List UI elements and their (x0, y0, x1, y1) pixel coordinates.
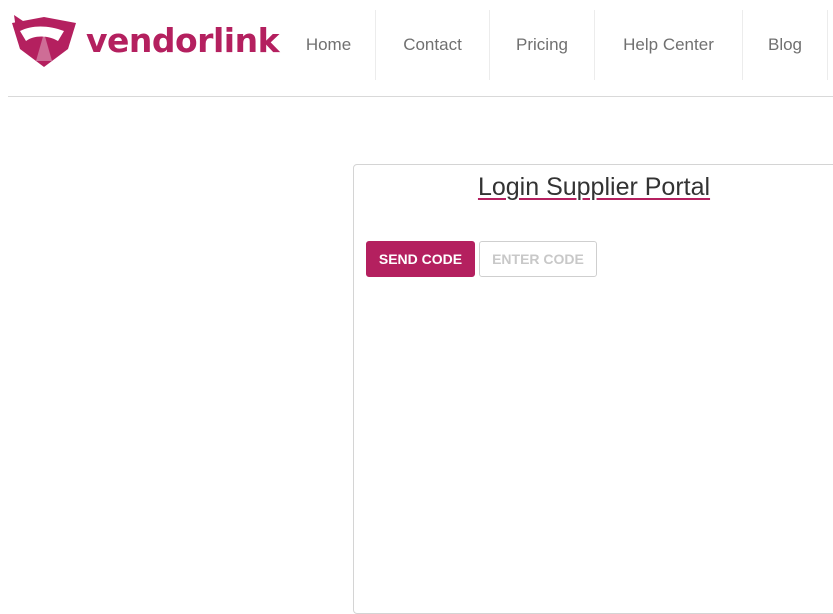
code-button-group: SEND CODE ENTER CODE (366, 241, 597, 277)
nav-item-blog[interactable]: Blog (743, 10, 828, 80)
header-divider (8, 96, 833, 97)
site-header: vendorlink Home Contact Pricing Help Cen… (0, 0, 833, 96)
vendorlink-logo-icon (8, 11, 80, 69)
nav-item-help-center[interactable]: Help Center (595, 10, 743, 80)
main-nav: Home Contact Pricing Help Center Blog (282, 10, 828, 80)
nav-item-contact[interactable]: Contact (376, 10, 490, 80)
nav-item-home[interactable]: Home (282, 10, 376, 80)
send-code-button[interactable]: SEND CODE (366, 241, 475, 277)
brand-logo[interactable]: vendorlink (8, 11, 280, 69)
login-title: Login Supplier Portal (477, 173, 711, 201)
enter-code-button[interactable]: ENTER CODE (479, 241, 597, 277)
nav-item-pricing[interactable]: Pricing (490, 10, 595, 80)
login-panel: Login Supplier Portal SEND CODE ENTER CO… (353, 164, 833, 614)
brand-name: vendorlink (86, 20, 280, 60)
